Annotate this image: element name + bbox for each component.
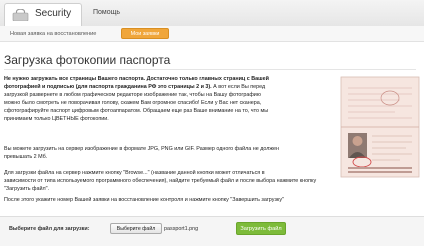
paragraph-1-line-2: фотографией и подписью (для паспорта гра…: [4, 84, 265, 92]
paragraph-1-line-1: Не нужно загружать все страницы Вашего п…: [4, 76, 269, 84]
paragraph-1-line-6: принимаем только ЦВЕТНЫЕ фотокопии.: [4, 116, 109, 122]
paragraph-3-line-1: Для загрузки файла на сервер нажмите кно…: [4, 170, 265, 176]
tab-security-label: Security: [35, 8, 72, 19]
paragraph-1-line-5: сфотографируйте паспорт цифровым фотоапп…: [4, 108, 269, 114]
paragraph-2-line-1: Вы можете загрузить на сервер изображени…: [4, 146, 279, 152]
paragraph-3-line-2: зависимости от типа используемого програ…: [4, 178, 317, 184]
file-select-label: Выберите файл для загрузки:: [9, 226, 90, 232]
passport-image: [340, 76, 420, 178]
paragraph-1-bold-2: фотографией и подписью (для паспорта гра…: [4, 84, 212, 90]
tab-help[interactable]: Помощь: [93, 9, 120, 16]
upload-file-button[interactable]: Загрузить файл: [236, 222, 286, 235]
paragraph-3-line-3: "Загрузить файл".: [4, 186, 50, 192]
title-divider: [4, 69, 416, 70]
choose-file-button[interactable]: Выберите файл: [110, 223, 162, 234]
paragraph-2-line-2: превышать 2 Мб.: [4, 154, 48, 160]
paragraph-1-line-4: можно было смотреть не поворачивая голов…: [4, 100, 262, 106]
new-request-link[interactable]: Новая заявка на восстановление: [10, 31, 96, 37]
paragraph-1-bold-1: Не нужно загружать все страницы Вашего п…: [4, 76, 269, 82]
tab-security[interactable]: Security: [4, 3, 82, 26]
paragraph-3-line-4: После этого укажите номер Вашей заявки н…: [4, 197, 284, 203]
paragraph-1-rest: А вот если Вы перед: [211, 84, 266, 90]
lock-icon: [12, 9, 29, 21]
my-requests-button[interactable]: Мои заявки: [121, 28, 169, 39]
page-title: Загрузка фотокопии паспорта: [4, 53, 171, 67]
paragraph-1-line-3: загрузкой развернете в любом графическом…: [4, 92, 261, 98]
selected-file-name: passport1.png: [164, 226, 199, 232]
